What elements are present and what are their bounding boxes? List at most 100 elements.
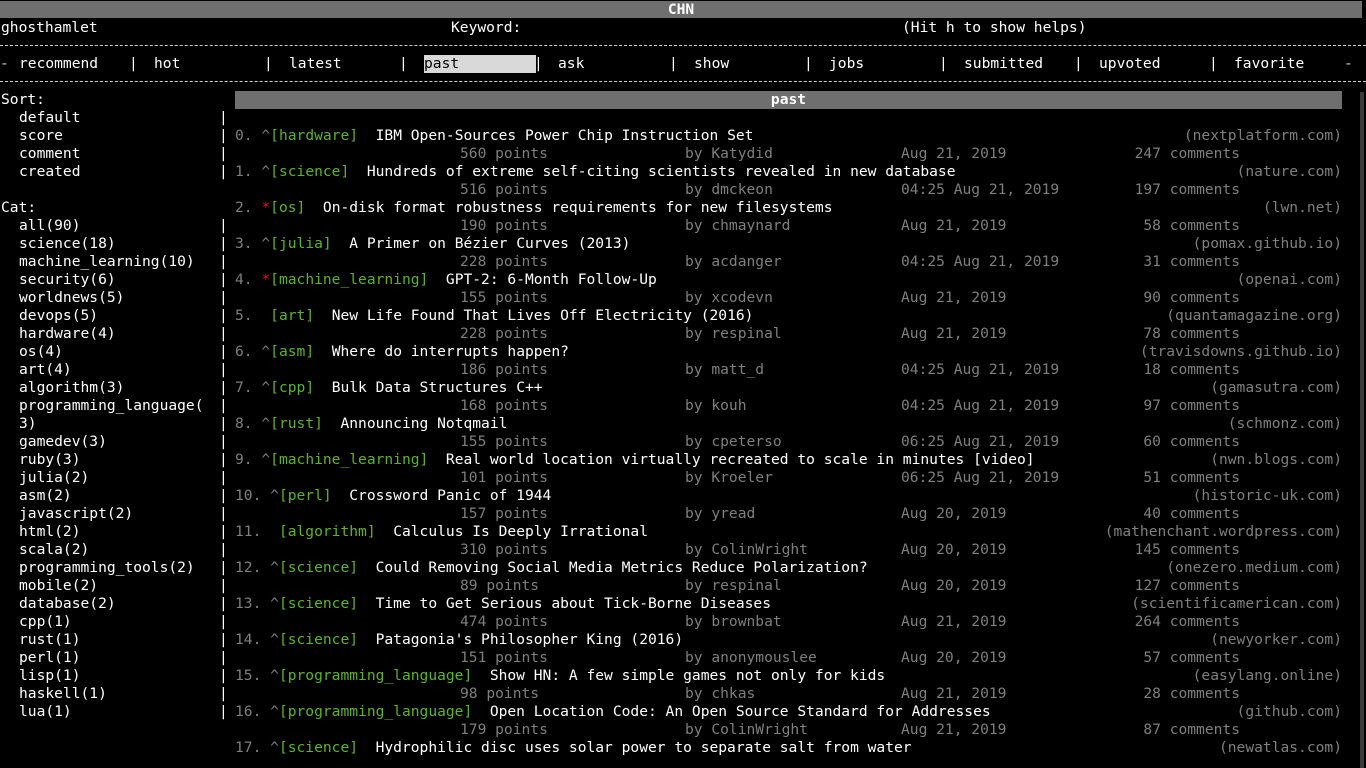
category-item[interactable]: worldnews(5) (19, 289, 124, 307)
sort-option-default[interactable]: default (19, 109, 81, 127)
category-item[interactable]: cpp(1) (19, 613, 72, 631)
tab-past[interactable]: past (424, 55, 536, 73)
category-item[interactable]: gamedev(3) (19, 433, 107, 451)
story-category[interactable]: [art] (270, 307, 314, 324)
tab-upvoted[interactable]: upvoted (1099, 55, 1161, 73)
story-title[interactable]: Patagonia's Philosopher King (2016) (376, 631, 684, 648)
story-category[interactable]: [rust] (270, 415, 323, 432)
upvote-icon[interactable]: ^ (270, 631, 279, 648)
story-title[interactable]: Calculus Is Deeply Irrational (393, 523, 648, 540)
story-category[interactable]: [science] (279, 595, 358, 612)
category-item[interactable]: asm(2) (19, 487, 72, 505)
category-item[interactable]: art(4) (19, 361, 72, 379)
upvote-icon[interactable]: ^ (270, 559, 279, 576)
category-item[interactable]: os(4) (19, 343, 63, 361)
category-item[interactable]: algorithm(3) (19, 379, 124, 397)
story-title[interactable]: Where do interrupts happen? (332, 343, 569, 360)
story-comments[interactable]: 97 comments (1143, 397, 1240, 415)
upvote-icon[interactable]: ^ (261, 451, 270, 468)
story-category[interactable]: [os] (270, 199, 305, 216)
tab-latest[interactable]: latest (289, 55, 342, 73)
category-item[interactable]: science(18) (19, 235, 116, 253)
category-item[interactable]: haskell(1) (19, 685, 107, 703)
story-category[interactable]: [cpp] (270, 379, 314, 396)
story-comments[interactable]: 60 comments (1143, 433, 1240, 451)
category-item[interactable]: devops(5) (19, 307, 98, 325)
story-category[interactable]: [algorithm] (279, 523, 376, 540)
story-comments[interactable]: 90 comments (1143, 289, 1240, 307)
story-category[interactable]: [hardware] (270, 127, 358, 144)
story-category[interactable]: [science] (270, 163, 349, 180)
category-item[interactable]: security(6) (19, 271, 116, 289)
upvote-icon[interactable]: ^ (270, 595, 279, 612)
story-category[interactable]: [science] (279, 739, 358, 756)
story-comments[interactable]: 197 comments (1135, 181, 1240, 199)
sort-option-score[interactable]: score (19, 127, 63, 145)
story-comments[interactable]: 145 comments (1135, 541, 1240, 559)
sort-option-created[interactable]: created (19, 163, 81, 181)
category-item[interactable]: lisp(1) (19, 667, 81, 685)
category-item[interactable]: scala(2) (19, 541, 89, 559)
upvote-icon[interactable]: ^ (261, 127, 270, 144)
story-title[interactable]: A Primer on Bézier Curves (2013) (349, 235, 630, 252)
story-title[interactable]: Show HN: A few simple games not only for… (490, 667, 885, 684)
story-title[interactable]: Hundreds of extreme self-citing scientis… (367, 163, 956, 180)
tab-show[interactable]: show (694, 55, 729, 73)
story-category[interactable]: [programming_language] (279, 667, 472, 684)
story-title[interactable]: Crossword Panic of 1944 (349, 487, 551, 504)
story-comments[interactable]: 51 comments (1143, 469, 1240, 487)
story-comments[interactable]: 58 comments (1143, 217, 1240, 235)
category-item[interactable]: ruby(3) (19, 451, 81, 469)
story-category[interactable]: [asm] (270, 343, 314, 360)
story-title[interactable]: Real world location virtually recreated … (446, 451, 1035, 468)
story-title[interactable]: On-disk format robustness requirements f… (323, 199, 833, 216)
upvote-icon[interactable]: ^ (261, 343, 270, 360)
category-item[interactable]: database(2) (19, 595, 116, 613)
category-item[interactable]: hardware(4) (19, 325, 116, 343)
category-item[interactable]: programming_language( (19, 397, 204, 415)
sort-option-comment[interactable]: comment (19, 145, 81, 163)
upvote-icon[interactable]: ^ (270, 739, 279, 756)
story-comments[interactable]: 18 comments (1143, 361, 1240, 379)
story-category[interactable]: [programming_language] (279, 703, 472, 720)
upvote-icon[interactable]: ^ (261, 163, 270, 180)
tab-favorite[interactable]: favorite (1234, 55, 1304, 73)
category-item[interactable]: julia(2) (19, 469, 89, 487)
story-comments[interactable]: 87 comments (1143, 721, 1240, 739)
story-title[interactable]: Open Location Code: An Open Source Stand… (490, 703, 991, 720)
story-category[interactable]: [machine_learning] (270, 451, 428, 468)
story-category[interactable]: [science] (279, 559, 358, 576)
upvote-icon[interactable]: ^ (270, 703, 279, 720)
category-item[interactable]: javascript(2) (19, 505, 133, 523)
keyword-input[interactable] (540, 19, 880, 37)
story-comments[interactable]: 78 comments (1143, 325, 1240, 343)
story-comments[interactable]: 247 comments (1135, 145, 1240, 163)
category-item[interactable]: lua(1) (19, 703, 72, 721)
upvote-icon[interactable]: ^ (261, 379, 270, 396)
tab-jobs[interactable]: jobs (829, 55, 864, 73)
story-category[interactable]: [julia] (270, 235, 332, 252)
story-comments[interactable]: 57 comments (1143, 649, 1240, 667)
story-comments[interactable]: 127 comments (1135, 577, 1240, 595)
category-item[interactable]: perl(1) (19, 649, 81, 667)
story-comments[interactable]: 31 comments (1143, 253, 1240, 271)
upvote-icon[interactable]: ^ (270, 667, 279, 684)
story-title[interactable]: GPT-2: 6-Month Follow-Up (446, 271, 657, 288)
scrollbar[interactable] (1360, 92, 1364, 768)
story-title[interactable]: Bulk Data Structures C++ (332, 379, 543, 396)
story-title[interactable]: Time to Get Serious about Tick-Borne Dis… (376, 595, 771, 612)
story-category[interactable]: [science] (279, 631, 358, 648)
story-comments[interactable]: 40 comments (1143, 505, 1240, 523)
category-item[interactable]: mobile(2) (19, 577, 98, 595)
tab-hot[interactable]: hot (154, 55, 180, 73)
story-comments[interactable]: 264 comments (1135, 613, 1240, 631)
category-item[interactable]: machine_learning(10) (19, 253, 195, 271)
story-title[interactable]: New Life Found That Lives Off Electricit… (332, 307, 754, 324)
category-item[interactable]: rust(1) (19, 631, 81, 649)
story-title[interactable]: IBM Open-Sources Power Chip Instruction … (376, 127, 754, 144)
upvote-icon[interactable]: ^ (270, 487, 279, 504)
tab-recommend[interactable]: recommend (19, 55, 98, 73)
story-title[interactable]: Hydrophilic disc uses solar power to sep… (376, 739, 912, 756)
story-title[interactable]: Announcing Notqmail (340, 415, 507, 432)
story-title[interactable]: Could Removing Social Media Metrics Redu… (376, 559, 868, 576)
